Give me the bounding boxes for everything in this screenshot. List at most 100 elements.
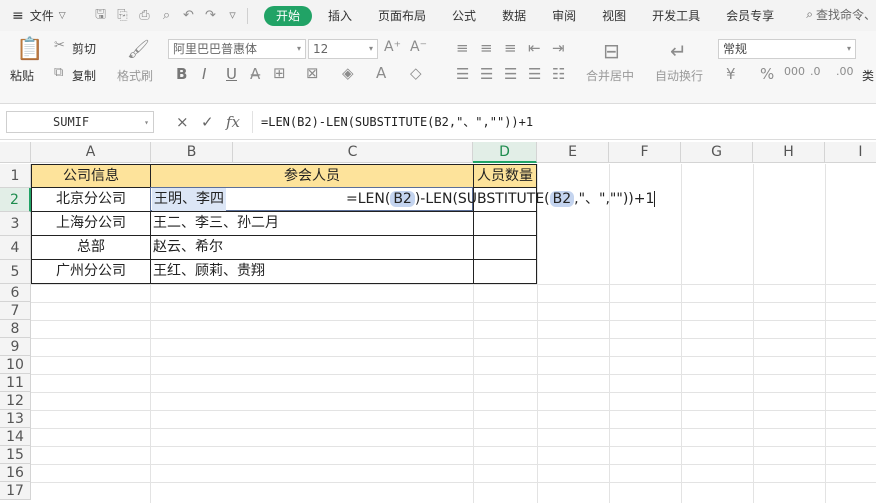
decrease-font-icon[interactable]: A⁻ [410,39,427,55]
row-header-7[interactable]: 7 [0,302,31,320]
row-header-3[interactable]: 3 [0,212,31,236]
column-header-h[interactable]: H [753,142,825,163]
fill-color-icon[interactable]: ◈ [342,64,354,82]
clear-format-icon[interactable]: ◇ [410,64,422,82]
italic-button[interactable]: I [202,65,206,83]
in-cell-formula-editor[interactable]: =LEN(B2)-LEN(SUBSTITUTE(B2 ,"、",""))+1 [346,188,656,212]
tab-member[interactable]: 会员专享 [716,6,784,26]
row-header-5[interactable]: 5 [0,260,31,284]
cell-a1[interactable]: 公司信息 [31,164,151,188]
cell-d5[interactable] [473,259,537,284]
redo-icon[interactable]: ↷ [202,7,219,24]
paste-icon[interactable]: 📋 [16,37,43,62]
tab-home[interactable]: 开始 [264,5,313,26]
font-size-select[interactable]: 12 ▾ [308,39,378,59]
row-header-11[interactable]: 11 [0,374,31,392]
cell-b1-merged[interactable]: 参会人员 [150,164,474,188]
tab-insert[interactable]: 插入 [318,6,362,26]
customize-toolbar-icon[interactable]: ▿ [224,7,241,24]
thousands-separator-icon[interactable]: 000 [784,65,805,78]
wrap-text-button[interactable]: 自动换行 [655,67,703,84]
row-header-10[interactable]: 10 [0,356,31,374]
cell-a4[interactable]: 总部 [31,235,151,260]
underline-button[interactable]: U [226,65,237,83]
cell-b3[interactable]: 王二、李三、孙二月 [150,211,474,236]
align-center-icon[interactable]: ☰ [480,65,493,83]
font-color-icon[interactable]: A [376,64,386,82]
column-header-e[interactable]: E [537,142,609,163]
column-header-d[interactable]: D [473,142,537,163]
bold-button[interactable]: B [176,65,187,83]
tab-review[interactable]: 审阅 [542,6,586,26]
align-right-icon[interactable]: ☰ [504,65,517,83]
row-header-8[interactable]: 8 [0,320,31,338]
align-middle-icon[interactable]: ≡ [480,39,493,57]
row-header-9[interactable]: 9 [0,338,31,356]
select-all-corner[interactable] [0,142,31,163]
cell-d3[interactable] [473,211,537,236]
font-name-select[interactable]: 阿里巴巴普惠体 ▾ [168,39,306,59]
merge-center-button[interactable]: 合并居中 [586,67,634,84]
print-icon[interactable]: ⎙ [136,7,153,24]
type-convert-button[interactable]: 类 [862,67,874,84]
fill-pattern-icon[interactable]: ⊠ [306,64,319,82]
row-header-17[interactable]: 17 [0,482,31,500]
cell-b5[interactable]: 王红、顾莉、贵翔 [150,259,474,284]
align-left-icon[interactable]: ☰ [456,65,469,83]
tab-page-layout[interactable]: 页面布局 [368,6,436,26]
cell-d1[interactable]: 人员数量 [473,164,537,188]
borders-icon[interactable]: ⊞ [273,64,286,82]
tab-formulas[interactable]: 公式 [442,6,486,26]
increase-decimal-icon[interactable]: .0 [810,65,821,78]
row-header-13[interactable]: 13 [0,410,31,428]
print-preview-icon[interactable]: ⌕ [158,7,175,24]
increase-font-icon[interactable]: A⁺ [384,39,401,55]
decrease-indent-icon[interactable]: ⇤ [528,39,541,57]
column-header-c[interactable]: C [233,142,473,163]
command-search[interactable]: ⌕ 查找命令、 [806,6,876,23]
format-painter-button[interactable]: 格式刷 [117,67,153,84]
column-header-f[interactable]: F [609,142,681,163]
row-header-1[interactable]: 1 [0,164,31,188]
distributed-align-icon[interactable]: ☷ [552,65,565,83]
row-header-12[interactable]: 12 [0,392,31,410]
cancel-icon[interactable]: × [176,113,189,131]
row-header-2[interactable]: 2 [0,188,31,212]
file-menu[interactable]: ≡ 文件 ▽ [0,7,84,24]
row-header-14[interactable]: 14 [0,428,31,446]
percent-icon[interactable]: % [760,65,774,83]
paste-button[interactable]: 粘贴 [10,67,34,84]
formula-input[interactable]: =LEN(B2)-LEN(SUBSTITUTE(B2,"、",""))+1 [252,111,876,133]
copy-button[interactable]: 复制 [72,67,96,84]
tab-view[interactable]: 视图 [592,6,636,26]
cell-a3[interactable]: 上海分公司 [31,211,151,236]
column-header-a[interactable]: A [31,142,151,163]
tab-developer[interactable]: 开发工具 [642,6,710,26]
align-top-icon[interactable]: ≡ [456,39,469,57]
column-header-i[interactable]: I [825,142,876,163]
insert-function-icon[interactable]: fx [226,113,240,131]
align-bottom-icon[interactable]: ≡ [504,39,517,57]
cell-b4[interactable]: 赵云、希尔 [150,235,474,260]
row-header-16[interactable]: 16 [0,464,31,482]
row-header-4[interactable]: 4 [0,236,31,260]
export-pdf-icon[interactable]: ⎘ [114,7,131,24]
undo-icon[interactable]: ↶ [180,7,197,24]
cell-a2[interactable]: 北京分公司 [31,187,151,212]
cell-d4[interactable] [473,235,537,260]
currency-icon[interactable]: ¥ [726,65,736,83]
row-header-6[interactable]: 6 [0,284,31,302]
justify-icon[interactable]: ☰ [528,65,541,83]
cut-button[interactable]: 剪切 [72,40,96,57]
increase-indent-icon[interactable]: ⇥ [552,39,565,57]
strikethrough-icon[interactable]: A̶ [250,65,260,83]
save-icon[interactable]: 🖫 [92,7,109,24]
column-header-b[interactable]: B [151,142,233,163]
confirm-icon[interactable]: ✓ [201,113,214,131]
number-format-select[interactable]: 常规 ▾ [718,39,856,59]
cell-a5[interactable]: 广州分公司 [31,259,151,284]
name-box[interactable]: SUMIF ▾ [6,111,154,133]
tab-data[interactable]: 数据 [492,6,536,26]
row-header-15[interactable]: 15 [0,446,31,464]
column-header-g[interactable]: G [681,142,753,163]
